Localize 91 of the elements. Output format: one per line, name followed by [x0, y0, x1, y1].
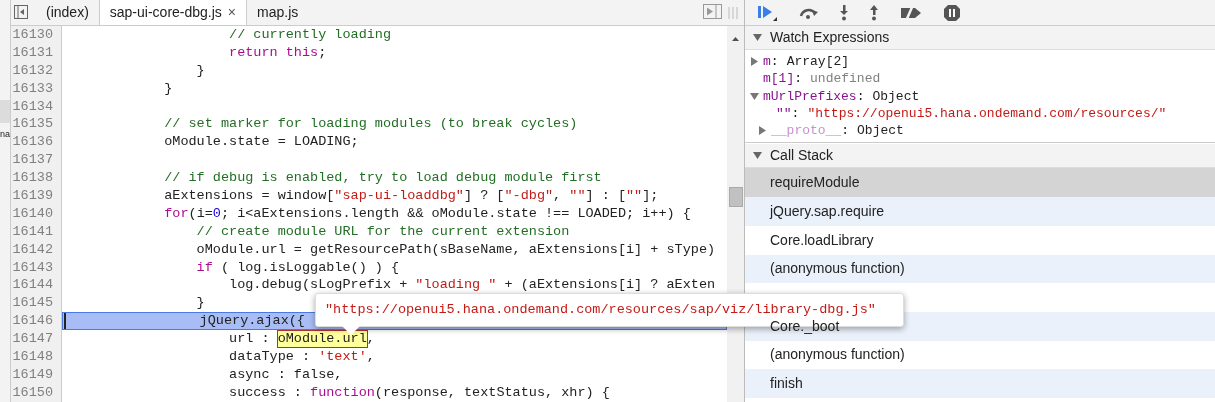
code-token: (i=	[188, 205, 213, 222]
code-token: 'text'	[318, 349, 367, 366]
drag-handle-icon[interactable]	[728, 7, 738, 19]
step-out-icon[interactable]	[869, 4, 879, 21]
property-value: "https://openui5.hana.ondemand.com/resources/"	[807, 105, 1167, 123]
code-token: url :	[228, 331, 271, 348]
line-number: 16139	[11, 187, 62, 205]
code-token: ] ? [	[463, 188, 505, 204]
line-number: 16136	[11, 133, 62, 152]
code-token: for	[163, 205, 189, 222]
scrollbar-thumb[interactable]	[729, 187, 743, 207]
code-token: }	[163, 80, 173, 97]
line-number: 16135	[11, 115, 62, 134]
sidebar-toggle-icon[interactable]	[14, 5, 28, 19]
property-name: m	[763, 53, 771, 71]
code-token: aExtensions = window[	[163, 188, 335, 204]
code-token: oModule.state = LOADING;	[163, 134, 359, 151]
call-frame[interactable]: jQuery.sap.require	[745, 197, 1215, 226]
code-token: dataType :	[228, 349, 312, 366]
code-token: oModule.url = getResourcePath(sBaseName, aExtensions[i] + sType)	[195, 241, 716, 258]
code-token: // if debug is enabled, try to load debug module first	[163, 170, 602, 187]
file-tab[interactable]: map.js	[247, 0, 309, 25]
code-token: }	[195, 295, 205, 312]
code-token: "-dbg"	[504, 188, 554, 204]
collapse-triangle-icon[interactable]	[753, 151, 762, 161]
code-token: ;	[318, 44, 327, 61]
code-token: log.debug(sLogPrefix +	[228, 277, 409, 294]
line-number: 16138	[11, 169, 62, 187]
property-value: Array[2]	[786, 53, 850, 71]
file-tab[interactable]: (index)	[36, 0, 99, 25]
section-header[interactable]: Watch Expressions	[745, 26, 1215, 50]
property-separator: :	[856, 87, 865, 105]
property-separator: :	[841, 122, 850, 140]
panel-toggle-icon[interactable]	[703, 4, 722, 19]
property-separator: :	[770, 53, 779, 71]
code-token: ""	[569, 188, 586, 204]
resume-icon[interactable]	[757, 3, 779, 22]
call-frame[interactable]: (anonymous function)	[745, 254, 1215, 284]
collapse-triangle-icon[interactable]	[753, 33, 762, 42]
close-icon[interactable]: ×	[227, 2, 237, 23]
property-name: ""	[776, 105, 792, 123]
line-number: 16130	[11, 26, 62, 44]
code-token: ,	[553, 188, 563, 204]
code-token: function	[310, 384, 375, 401]
code-token: // create module URL for the current extension	[195, 223, 570, 240]
line-number: 16147	[11, 330, 62, 349]
pause-on-exceptions-icon[interactable]	[943, 3, 961, 22]
code-token: (response, textStatus, xhr) {	[374, 384, 610, 401]
call-frame[interactable]: requireModule	[745, 168, 1215, 198]
code-token: // set marker for loading modules (to break cycles)	[163, 116, 578, 133]
code-token: 0	[212, 205, 221, 222]
property-name: mUrlPrefixes	[763, 87, 857, 105]
line-number: 16137	[11, 151, 62, 170]
code-token: async : false,	[228, 366, 343, 383]
code-token: "sap-ui-loaddbg"	[334, 188, 464, 204]
line-number: 16144	[11, 276, 62, 295]
code-token: "loading "	[415, 277, 497, 294]
line-number: 16148	[11, 348, 62, 366]
call-frame[interactable]: finish	[745, 369, 1215, 398]
file-tab[interactable]: sap-ui-core-dbg.js ×	[98, 0, 248, 25]
code-token: return this	[228, 44, 319, 61]
code-token: jQuery.ajax({	[198, 313, 305, 330]
code-token: ,	[366, 331, 375, 348]
property-name: __proto__	[771, 122, 842, 140]
step-into-icon[interactable]	[839, 4, 849, 21]
line-number: 16146	[11, 312, 62, 331]
navigator-item[interactable]: na	[0, 123, 10, 146]
property-separator: :	[791, 105, 800, 123]
code-token: ( log.isLoggable() ) {	[219, 259, 400, 276]
property-separator: :	[794, 70, 803, 88]
expand-triangle-icon[interactable]	[758, 126, 767, 136]
property-value: Object	[857, 122, 904, 140]
code-token: // currently loading	[228, 27, 392, 43]
code-token: }	[195, 62, 205, 79]
property-value: undefined	[810, 70, 881, 88]
code-token: success :	[228, 384, 303, 401]
section-header[interactable]: Call Stack	[745, 144, 1215, 169]
code-token: ];	[642, 188, 659, 204]
property-value: Object	[872, 87, 920, 105]
code-token: ] : [	[585, 188, 626, 204]
code-token: ,	[366, 349, 375, 366]
code-token: ; i<aExtensions.length && oModule.state !== LOADED; i++) {	[220, 205, 691, 222]
collapse-triangle-icon[interactable]	[750, 91, 759, 101]
scroll-up-icon[interactable]	[732, 37, 739, 41]
code-token: ""	[626, 188, 643, 204]
expand-triangle-icon[interactable]	[750, 57, 759, 67]
highlighted-expression: oModule.url	[277, 331, 367, 348]
line-number: 16145	[11, 294, 62, 313]
code-token: if	[195, 259, 213, 276]
property-name: m[1]	[763, 70, 795, 88]
code-token: + (aExtensions[i] ? aExten	[503, 277, 716, 294]
